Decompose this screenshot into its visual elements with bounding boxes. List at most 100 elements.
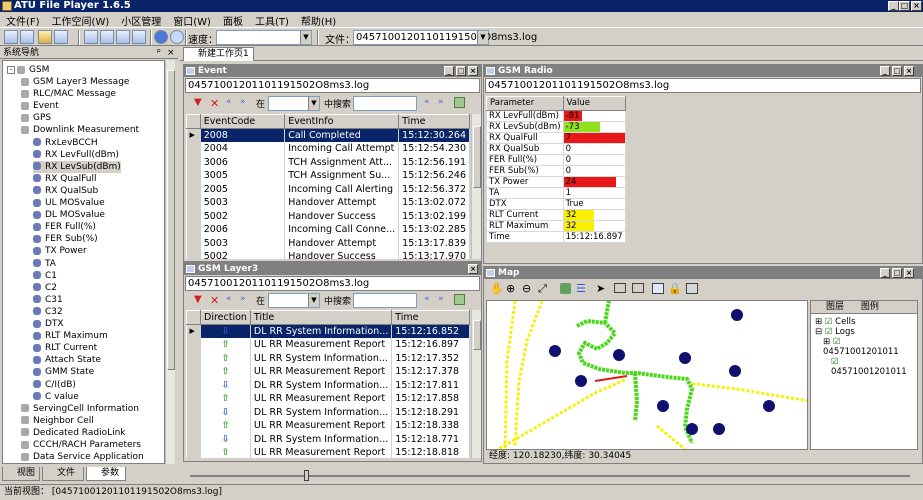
table-row[interactable]: ⇧ UL RR System Information... 15:12:17.352 bbox=[186, 351, 470, 365]
layers-icon[interactable] bbox=[560, 283, 571, 294]
tree-item[interactable]: Downlink Measurement bbox=[21, 124, 139, 136]
table-row[interactable]: ▶ 2008 Call Completed 15:12:30.264 bbox=[186, 128, 470, 142]
filter-icon[interactable]: ▼ bbox=[194, 294, 205, 305]
last-icon[interactable]: » bbox=[240, 294, 251, 305]
column-header[interactable]: Parameter bbox=[486, 96, 564, 111]
minimize-button[interactable]: _ bbox=[880, 66, 890, 76]
table-row[interactable]: 2004 Incoming Call Attempt 15:12:54.230 bbox=[186, 142, 470, 156]
tree-item[interactable]: DL MOSvalue bbox=[33, 209, 105, 221]
layer-logs[interactable]: ⊟ ☑ Logs bbox=[815, 327, 917, 337]
table-row[interactable]: 5002 Handover Success 15:13:02.199 bbox=[186, 209, 470, 223]
tree-item[interactable]: FER Full(%) bbox=[33, 221, 96, 233]
tree-item[interactable]: RX LevSub(dBm) bbox=[33, 160, 121, 173]
layer-log-item[interactable]: ⊞ ☑ 04571001201011 bbox=[815, 337, 917, 357]
tile-vertical-icon[interactable] bbox=[100, 30, 114, 44]
pin-icon[interactable]: ᵖ bbox=[157, 47, 161, 59]
tree-item[interactable]: RxLevBCCH bbox=[33, 137, 98, 149]
layer3-scrollbar[interactable] bbox=[471, 310, 481, 458]
first-icon[interactable]: « bbox=[226, 97, 237, 108]
tree-item[interactable]: Data Service Application bbox=[21, 451, 144, 463]
fit-window-icon[interactable] bbox=[132, 30, 146, 44]
export-icon[interactable] bbox=[454, 294, 465, 305]
filter-icon[interactable]: ▼ bbox=[194, 97, 205, 108]
zoom-out-icon[interactable]: ⊖ bbox=[522, 282, 531, 295]
tab-view[interactable]: 视图 bbox=[2, 467, 40, 481]
tree-item[interactable]: DTX bbox=[33, 318, 64, 330]
close-button[interactable]: × bbox=[468, 264, 478, 274]
tree-item[interactable]: FER Sub(%) bbox=[33, 233, 98, 245]
layer-cells[interactable]: ⊞ ☑ Cells bbox=[815, 317, 917, 327]
tab-layers[interactable]: 图层 bbox=[814, 302, 844, 312]
close-button[interactable]: × bbox=[468, 66, 478, 76]
stop-icon[interactable] bbox=[170, 30, 184, 44]
map-canvas[interactable] bbox=[486, 300, 808, 450]
column-header[interactable]: Time bbox=[391, 310, 470, 325]
tree-item[interactable]: C value bbox=[33, 391, 79, 403]
minimize-button[interactable]: _ bbox=[880, 268, 890, 278]
tree-item[interactable]: Neighbor Cell bbox=[21, 415, 94, 427]
event-column-select[interactable]: ▼ bbox=[268, 96, 320, 111]
column-header[interactable]: Value bbox=[562, 96, 626, 111]
full-extent-icon[interactable]: ⤢ bbox=[538, 282, 547, 296]
table-row[interactable]: 2006 Incoming Call Conne... 15:13:02.285 bbox=[186, 223, 470, 237]
tree-item[interactable]: GSM Layer3 Message bbox=[21, 76, 129, 88]
playback-slider[interactable] bbox=[180, 470, 923, 482]
tree-item[interactable]: UL MOSvalue bbox=[33, 197, 105, 209]
tree-item[interactable]: CCCH/RACH Parameters bbox=[21, 439, 141, 451]
layer3-search-input[interactable] bbox=[353, 293, 417, 308]
lock-icon[interactable]: 🔒 bbox=[668, 282, 682, 295]
table-row[interactable]: 2005 Incoming Call Alerting 15:12:56.372 bbox=[186, 182, 470, 196]
tree-item[interactable]: Dedicated RadioLink bbox=[21, 427, 126, 439]
table-row[interactable]: ⇧ UL RR Measurement Report 15:12:18.338 bbox=[186, 419, 470, 433]
nav-scrollbar[interactable] bbox=[165, 60, 175, 464]
last-icon[interactable]: » bbox=[240, 97, 251, 108]
tab-legend[interactable]: 图例 bbox=[847, 302, 879, 312]
tree-item[interactable]: RX QualSub bbox=[33, 185, 98, 197]
tree-item[interactable]: TA bbox=[33, 258, 56, 270]
close-button[interactable]: × bbox=[911, 1, 922, 11]
window-icon[interactable] bbox=[652, 283, 664, 294]
measure-icon[interactable] bbox=[614, 283, 626, 293]
delete-icon[interactable]: ✕ bbox=[210, 97, 221, 110]
slider-thumb[interactable] bbox=[304, 470, 309, 481]
maximize-button[interactable]: □ bbox=[892, 268, 902, 278]
close-icon[interactable]: × bbox=[167, 47, 175, 59]
table-row[interactable]: 3005 TCH Assignment Su... 15:12:56.246 bbox=[186, 169, 470, 183]
tree-item[interactable]: RX QualFull bbox=[33, 173, 96, 185]
layer-log-item[interactable]: ☑ 04571001201011 bbox=[815, 357, 917, 377]
tree-item[interactable]: ServingCell Information bbox=[21, 403, 139, 415]
new-icon[interactable] bbox=[4, 30, 18, 44]
table-row[interactable]: ⇩ DL RR System Information... 15:12:18.771 bbox=[186, 432, 470, 446]
table-row[interactable]: ⇩ DL RR System Information... 15:12:18.291 bbox=[186, 405, 470, 419]
column-header[interactable]: EventInfo bbox=[284, 114, 400, 129]
table-row[interactable]: ⇧ UL RR Measurement Report 15:12:18.818 bbox=[186, 446, 470, 458]
prev-icon[interactable]: « bbox=[424, 97, 435, 108]
select-arrow-icon[interactable]: ➤ bbox=[596, 282, 605, 295]
tree-item[interactable]: RX LevFull(dBm) bbox=[33, 149, 119, 161]
open-folder-icon[interactable] bbox=[38, 30, 52, 44]
tree-item[interactable]: RLT Current bbox=[33, 342, 97, 354]
tree-item[interactable]: TX Power bbox=[33, 245, 87, 257]
maximize-button[interactable]: □ bbox=[456, 66, 466, 76]
event-search-input[interactable] bbox=[353, 96, 417, 111]
minimize-button[interactable]: _ bbox=[444, 66, 454, 76]
print-icon[interactable] bbox=[686, 283, 698, 294]
close-button[interactable]: × bbox=[904, 268, 914, 278]
tree-item[interactable]: C31 bbox=[33, 294, 63, 306]
next-icon[interactable]: » bbox=[438, 97, 449, 108]
column-header[interactable]: EventCode bbox=[199, 114, 286, 129]
tree-item[interactable]: RLC/MAC Message bbox=[21, 88, 116, 100]
table-row[interactable]: ⇧ UL RR Measurement Report 15:12:17.858 bbox=[186, 392, 470, 406]
event-scrollbar[interactable] bbox=[471, 114, 481, 259]
file-select[interactable]: 04571001201101191502O8ms3.log ▼ bbox=[353, 30, 537, 45]
column-header[interactable]: Direction bbox=[200, 310, 251, 325]
grid-icon[interactable] bbox=[632, 283, 644, 293]
layer3-column-select[interactable]: ▼ bbox=[268, 293, 320, 308]
table-row[interactable]: 3006 TCH Assignment Att... 15:12:56.191 bbox=[186, 155, 470, 169]
tree-item[interactable]: C1 bbox=[33, 270, 57, 282]
column-header[interactable]: Title bbox=[249, 310, 393, 325]
column-header[interactable]: Time bbox=[398, 114, 470, 129]
table-row[interactable]: ⇩ DL RR System Information... 15:12:17.811 bbox=[186, 378, 470, 392]
table-row[interactable]: 5002 Handover Success 15:13:17.970 bbox=[186, 250, 470, 259]
table-row[interactable]: ⇧ UL RR Measurement Report 15:12:17.378 bbox=[186, 365, 470, 379]
